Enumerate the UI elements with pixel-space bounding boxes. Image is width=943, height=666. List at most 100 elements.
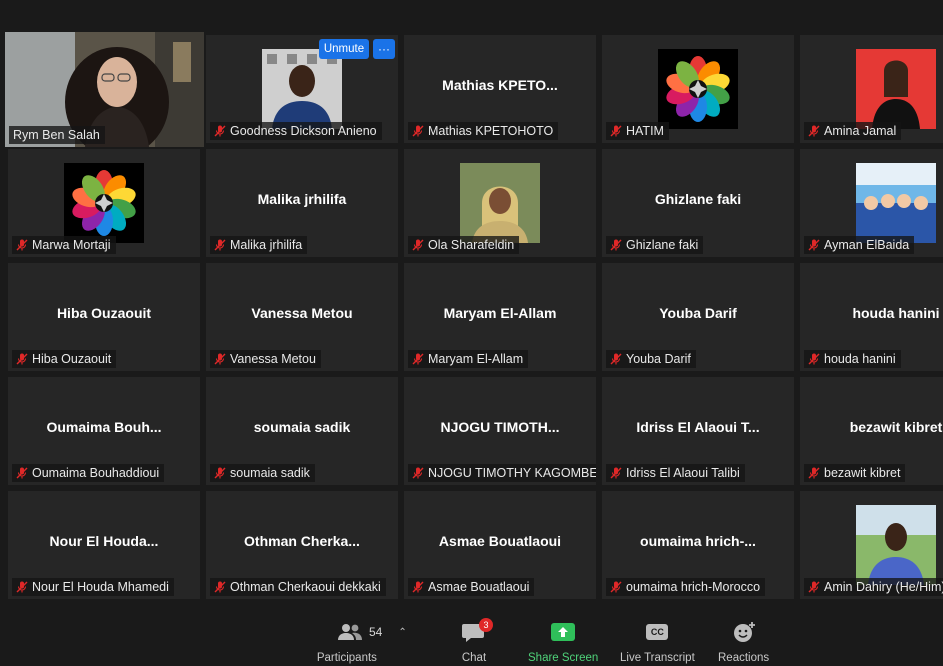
more-options-button[interactable]: ··· <box>373 39 395 59</box>
participant-tile[interactable]: Marwa Mortaji <box>8 149 200 257</box>
participant-name: Mathias KPETOHOTO <box>428 124 554 138</box>
participant-display-name: oumaima hrich-... <box>640 533 756 549</box>
participant-photo-avatar <box>262 49 342 129</box>
participant-tile[interactable]: soumaia sadik soumaia sadik <box>206 377 398 485</box>
participant-display-name: Ghizlane faki <box>654 191 742 207</box>
participant-name: Nour El Houda Mhamedi <box>32 580 169 594</box>
muted-microphone-icon <box>412 581 424 593</box>
participant-tile[interactable]: Malika jrhilifa Malika jrhilifa <box>206 149 398 257</box>
participant-photo-avatar <box>856 505 936 585</box>
participant-name: Youba Darif <box>626 352 691 366</box>
participant-tile[interactable]: Nour El Houda... Nour El Houda Mhamedi <box>8 491 200 599</box>
participant-name-label: Maryam El-Allam <box>408 350 529 368</box>
share-screen-button[interactable]: Share Screen <box>528 620 598 664</box>
participants-label: Participants <box>316 652 377 664</box>
muted-microphone-icon <box>214 581 226 593</box>
participant-tile[interactable]: Ola Sharafeldin <box>404 149 596 257</box>
participant-name: HATIM <box>626 124 664 138</box>
reactions-button[interactable]: Reactions <box>718 620 769 664</box>
muted-microphone-icon <box>610 125 622 137</box>
muted-microphone-icon <box>16 239 28 251</box>
participant-name-label: Nour El Houda Mhamedi <box>12 578 174 596</box>
muted-microphone-icon <box>16 353 28 365</box>
participant-tile[interactable]: Hiba Ouzaouit Hiba Ouzaouit <box>8 263 200 371</box>
participant-tile[interactable]: Rym Ben Salah <box>5 32 204 147</box>
participant-name-label: Marwa Mortaji <box>12 236 116 254</box>
reactions-label: Reactions <box>718 652 770 664</box>
participant-name: Ghizlane faki <box>626 238 699 252</box>
participant-tile[interactable]: Mathias KPETO... Mathias KPETOHOTO <box>404 35 596 143</box>
participant-tile[interactable]: NJOGU TIMOTH... NJOGU TIMOTHY KAGOMBE <box>404 377 596 485</box>
participant-name-label: Amin Dahiry (He/Him) <box>804 578 943 596</box>
participant-photo-avatar <box>460 163 540 243</box>
participant-name: Idriss El Alaoui Talibi <box>626 466 740 480</box>
participant-name: Hiba Ouzaouit <box>32 352 112 366</box>
participant-display-name: Idriss El Alaoui T... <box>636 419 760 435</box>
participant-name-label: Malika jrhilifa <box>210 236 308 254</box>
participant-display-name: bezawit kibret <box>849 419 943 435</box>
share-screen-label: Share Screen <box>528 652 599 664</box>
muted-microphone-icon <box>16 581 28 593</box>
participant-name: soumaia sadik <box>230 466 310 480</box>
participant-name: Asmae Bouatlaoui <box>428 580 530 594</box>
participant-name-label: HATIM <box>606 122 669 140</box>
muted-microphone-icon <box>412 125 424 137</box>
muted-microphone-icon <box>610 239 622 251</box>
participant-tile[interactable]: Vanessa Metou Vanessa Metou <box>206 263 398 371</box>
muted-microphone-icon <box>16 467 28 479</box>
participants-button[interactable]: 54 ⌃ Participants <box>317 620 407 664</box>
participant-display-name: Hiba Ouzaouit <box>56 305 152 321</box>
participant-tile[interactable]: Oumaima Bouh... Oumaima Bouhaddioui <box>8 377 200 485</box>
participant-tile[interactable]: Goodness Dickson Anieno <box>206 35 398 143</box>
participant-name-label: oumaima hrich-Morocco <box>606 578 766 596</box>
participant-tile[interactable]: Amin Dahiry (He/Him) <box>800 491 943 599</box>
muted-microphone-icon <box>808 467 820 479</box>
participant-tile[interactable]: Idriss El Alaoui T... Idriss El Alaoui Ta… <box>602 377 794 485</box>
participant-name-label: Goodness Dickson Anieno <box>210 122 382 140</box>
participant-tile[interactable]: Youba Darif Youba Darif <box>602 263 794 371</box>
participant-name: Rym Ben Salah <box>13 128 100 142</box>
participant-display-name: NJOGU TIMOTH... <box>440 419 560 435</box>
participant-name: NJOGU TIMOTHY KAGOMBE <box>428 466 596 480</box>
participant-display-name: Othman Cherka... <box>244 533 360 549</box>
chevron-up-icon[interactable]: ⌃ <box>398 627 406 638</box>
participant-name: oumaima hrich-Morocco <box>626 580 761 594</box>
participants-icon <box>338 624 362 640</box>
participant-tile[interactable]: Othman Cherka... Othman Cherkaoui dekkaki <box>206 491 398 599</box>
participant-tile[interactable]: houda hanini houda hanini <box>800 263 943 371</box>
participant-name-label: Ola Sharafeldin <box>408 236 520 254</box>
participant-name: Othman Cherkaoui dekkaki <box>230 580 381 594</box>
participant-name-label: Hiba Ouzaouit <box>12 350 117 368</box>
participant-name: Amin Dahiry (He/Him) <box>824 580 943 594</box>
participant-name-label: Othman Cherkaoui dekkaki <box>210 578 386 596</box>
participant-tile[interactable]: bezawit kibret bezawit kibret <box>800 377 943 485</box>
muted-microphone-icon <box>412 239 424 251</box>
participant-name: bezawit kibret <box>824 466 901 480</box>
muted-microphone-icon <box>214 125 226 137</box>
share-screen-icon <box>551 623 576 641</box>
participant-tile[interactable]: oumaima hrich-... oumaima hrich-Morocco <box>602 491 794 599</box>
participant-name-label: soumaia sadik <box>210 464 315 482</box>
closed-caption-icon: CC <box>646 624 669 640</box>
participant-display-name: Nour El Houda... <box>49 533 159 549</box>
live-transcript-button[interactable]: CC Live Transcript <box>620 620 695 664</box>
participant-name: Oumaima Bouhaddioui <box>32 466 160 480</box>
participant-tile[interactable]: Asmae Bouatlaoui Asmae Bouatlaoui <box>404 491 596 599</box>
participant-display-name: Malika jrhilifa <box>257 191 347 207</box>
chat-button[interactable]: 3 Chat <box>461 618 493 664</box>
participant-name-label: Oumaima Bouhaddioui <box>12 464 165 482</box>
participant-name-label: Vanessa Metou <box>210 350 321 368</box>
unmute-button[interactable]: Unmute <box>319 39 369 59</box>
muted-microphone-icon <box>610 467 622 479</box>
participant-tile[interactable]: Maryam El-Allam Maryam El-Allam <box>404 263 596 371</box>
participant-tile[interactable]: Amina Jamal <box>800 35 943 143</box>
participant-name-label: Idriss El Alaoui Talibi <box>606 464 745 482</box>
participant-tile[interactable]: HATIM <box>602 35 794 143</box>
participant-tile[interactable]: Ghizlane faki Ghizlane faki <box>602 149 794 257</box>
participant-display-name: Mathias KPETO... <box>442 77 558 93</box>
participant-gallery: Rym Ben Salah Goodness Dickson Anieno Math… <box>0 0 943 614</box>
participant-name-label: NJOGU TIMOTHY KAGOMBE <box>408 464 596 482</box>
flower-logo-avatar <box>658 49 738 129</box>
participant-tile[interactable]: Ayman ElBaida <box>800 149 943 257</box>
chat-label: Chat <box>461 652 487 664</box>
